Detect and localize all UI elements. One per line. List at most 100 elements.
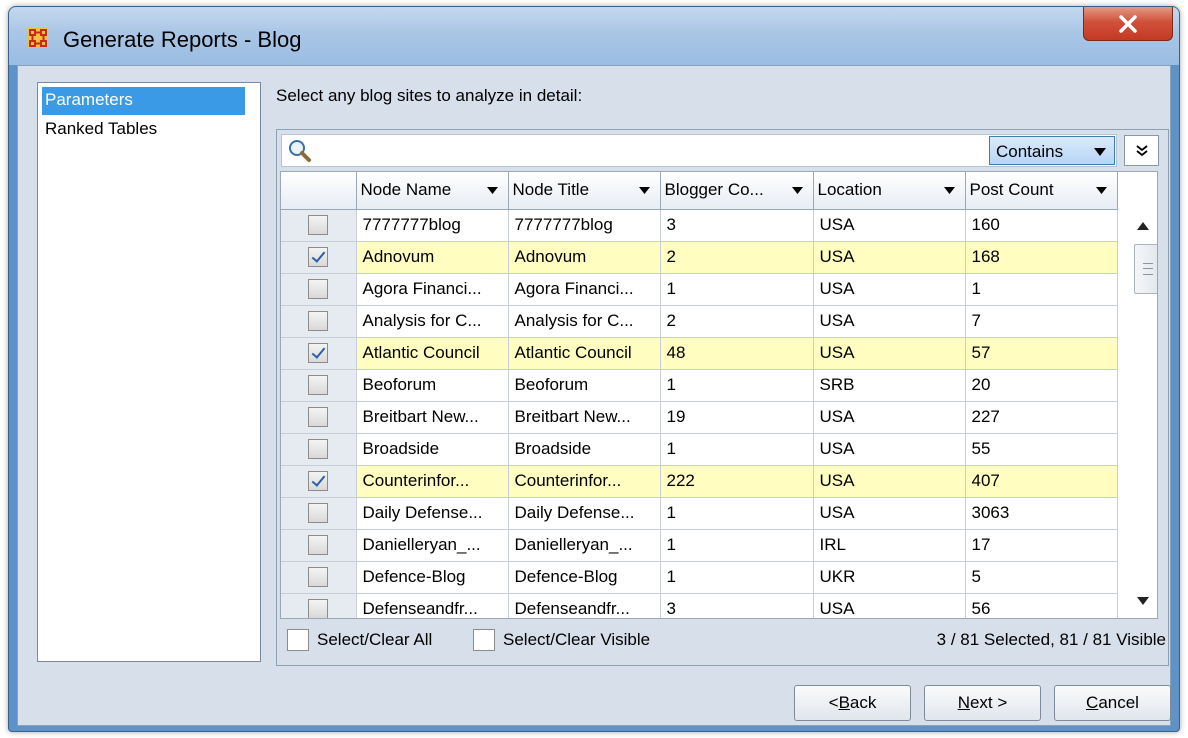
- table-cell: Atlantic Council: [356, 337, 509, 370]
- search-input[interactable]: [316, 138, 976, 163]
- row-select-cell[interactable]: [281, 369, 357, 402]
- dialog-content: Parameters Ranked Tables Select any blog…: [17, 65, 1171, 726]
- table-cell: 160: [965, 209, 1118, 242]
- back-button[interactable]: < Back: [794, 685, 911, 721]
- nav-item-ranked-tables[interactable]: Ranked Tables: [42, 116, 245, 144]
- table-row[interactable]: Danielleryan_... Danielleryan_... 1 IRL 17: [281, 529, 1118, 562]
- table-cell: 5: [965, 561, 1118, 594]
- row-checkbox[interactable]: [308, 471, 329, 492]
- select-clear-all-checkbox[interactable]: [287, 629, 309, 651]
- table-cell: 55: [965, 433, 1118, 466]
- select-clear-visible[interactable]: Select/Clear Visible: [473, 629, 650, 651]
- table-cell: Broadside: [356, 433, 509, 466]
- scroll-up-icon[interactable]: [1137, 222, 1149, 230]
- table-cell: 1: [660, 497, 814, 530]
- table-cell: 2: [660, 305, 814, 338]
- table-cell: Adnovum: [508, 241, 661, 274]
- row-checkbox[interactable]: [308, 247, 329, 268]
- table-cell: 19: [660, 401, 814, 434]
- table-cell: Beoforum: [508, 369, 661, 402]
- row-checkbox[interactable]: [308, 439, 329, 460]
- table-cell: Daily Defense...: [356, 497, 509, 530]
- scroll-thumb[interactable]: [1134, 244, 1157, 294]
- table-row[interactable]: Adnovum Adnovum 2 USA 168: [281, 241, 1118, 274]
- row-checkbox[interactable]: [308, 567, 329, 588]
- table-row[interactable]: Agora Financi... Agora Financi... 1 USA 1: [281, 273, 1118, 306]
- table-row[interactable]: Beoforum Beoforum 1 SRB 20: [281, 369, 1118, 402]
- row-select-cell[interactable]: [281, 561, 357, 594]
- table-row[interactable]: Broadside Broadside 1 USA 55: [281, 433, 1118, 466]
- table-cell: Defenseandfr...: [356, 593, 509, 618]
- row-checkbox[interactable]: [308, 215, 329, 236]
- column-header[interactable]: Node Title: [508, 172, 661, 210]
- row-select-cell[interactable]: [281, 209, 357, 242]
- row-select-cell[interactable]: [281, 593, 357, 618]
- next-button[interactable]: Next >: [924, 685, 1041, 721]
- row-select-cell[interactable]: [281, 337, 357, 370]
- row-checkbox[interactable]: [308, 375, 329, 396]
- vertical-scrollbar[interactable]: [1128, 210, 1157, 618]
- sort-arrow-icon: [638, 187, 650, 194]
- row-select-cell[interactable]: [281, 465, 357, 498]
- table-cell: 2: [660, 241, 814, 274]
- match-mode-label: Contains: [996, 142, 1064, 161]
- table-cell: 3063: [965, 497, 1118, 530]
- column-header[interactable]: Post Count: [965, 172, 1118, 210]
- table-row[interactable]: Defence-Blog Defence-Blog 1 UKR 5: [281, 561, 1118, 594]
- table-cell: Counterinfor...: [356, 465, 509, 498]
- table-cell: 1: [660, 273, 814, 306]
- row-checkbox[interactable]: [308, 343, 329, 364]
- table-row[interactable]: Breitbart New... Breitbart New... 19 USA 227: [281, 401, 1118, 434]
- table-row[interactable]: Atlantic Council Atlantic Council 48 USA 57: [281, 337, 1118, 370]
- table-row[interactable]: Analysis for C... Analysis for C... 2 USA 7: [281, 305, 1118, 338]
- row-checkbox[interactable]: [308, 407, 329, 428]
- table-cell: 7777777blog: [508, 209, 661, 242]
- expand-filters-button[interactable]: [1124, 135, 1159, 166]
- table-row[interactable]: Counterinfor... Counterinfor... 222 USA 407: [281, 465, 1118, 498]
- table-cell: 57: [965, 337, 1118, 370]
- table-cell: 20: [965, 369, 1118, 402]
- scroll-down-icon[interactable]: [1137, 597, 1149, 605]
- sort-arrow-icon: [1095, 187, 1107, 194]
- title-bar[interactable]: Generate Reports - Blog: [9, 7, 1179, 65]
- row-checkbox[interactable]: [308, 503, 329, 524]
- select-clear-visible-checkbox[interactable]: [473, 629, 495, 651]
- row-select-cell[interactable]: [281, 241, 357, 274]
- blog-table: Node Name Node Title Blogger Co... Locat…: [280, 171, 1158, 619]
- dialog-window: Generate Reports - Blog Parameters Ranke…: [8, 6, 1180, 732]
- column-header[interactable]: Location: [813, 172, 966, 210]
- row-checkbox[interactable]: [308, 599, 329, 618]
- table-row[interactable]: Defenseandfr... Defenseandfr... 3 USA 56: [281, 593, 1118, 618]
- column-header[interactable]: Node Name: [356, 172, 509, 210]
- row-select-cell[interactable]: [281, 529, 357, 562]
- row-checkbox[interactable]: [308, 311, 329, 332]
- table-cell: 1: [660, 561, 814, 594]
- select-clear-all[interactable]: Select/Clear All: [287, 629, 432, 651]
- table-row[interactable]: 7777777blog 7777777blog 3 USA 160: [281, 209, 1118, 242]
- match-mode-dropdown[interactable]: Contains: [989, 136, 1115, 165]
- table-cell: 1: [660, 529, 814, 562]
- row-checkbox[interactable]: [308, 279, 329, 300]
- close-button[interactable]: [1083, 7, 1173, 41]
- row-select-cell[interactable]: [281, 401, 357, 434]
- row-select-cell[interactable]: [281, 305, 357, 338]
- table-cell: Daily Defense...: [508, 497, 661, 530]
- nav-item-parameters[interactable]: Parameters: [42, 87, 245, 115]
- cancel-button[interactable]: Cancel: [1054, 685, 1171, 721]
- table-cell: 407: [965, 465, 1118, 498]
- table-cell: 227: [965, 401, 1118, 434]
- double-chevron-down-icon: [1135, 144, 1148, 156]
- row-select-cell[interactable]: [281, 273, 357, 306]
- row-select-cell[interactable]: [281, 497, 357, 530]
- table-cell: USA: [813, 497, 966, 530]
- table-cell: USA: [813, 433, 966, 466]
- table-cell: Analysis for C...: [356, 305, 509, 338]
- table-cell: Counterinfor...: [508, 465, 661, 498]
- column-header[interactable]: Blogger Co...: [660, 172, 814, 210]
- row-checkbox[interactable]: [308, 535, 329, 556]
- table-row[interactable]: Daily Defense... Daily Defense... 1 USA 3063: [281, 497, 1118, 530]
- table-cell: 1: [965, 273, 1118, 306]
- row-select-cell[interactable]: [281, 433, 357, 466]
- table-cell: Atlantic Council: [508, 337, 661, 370]
- table-cell: 3: [660, 593, 814, 618]
